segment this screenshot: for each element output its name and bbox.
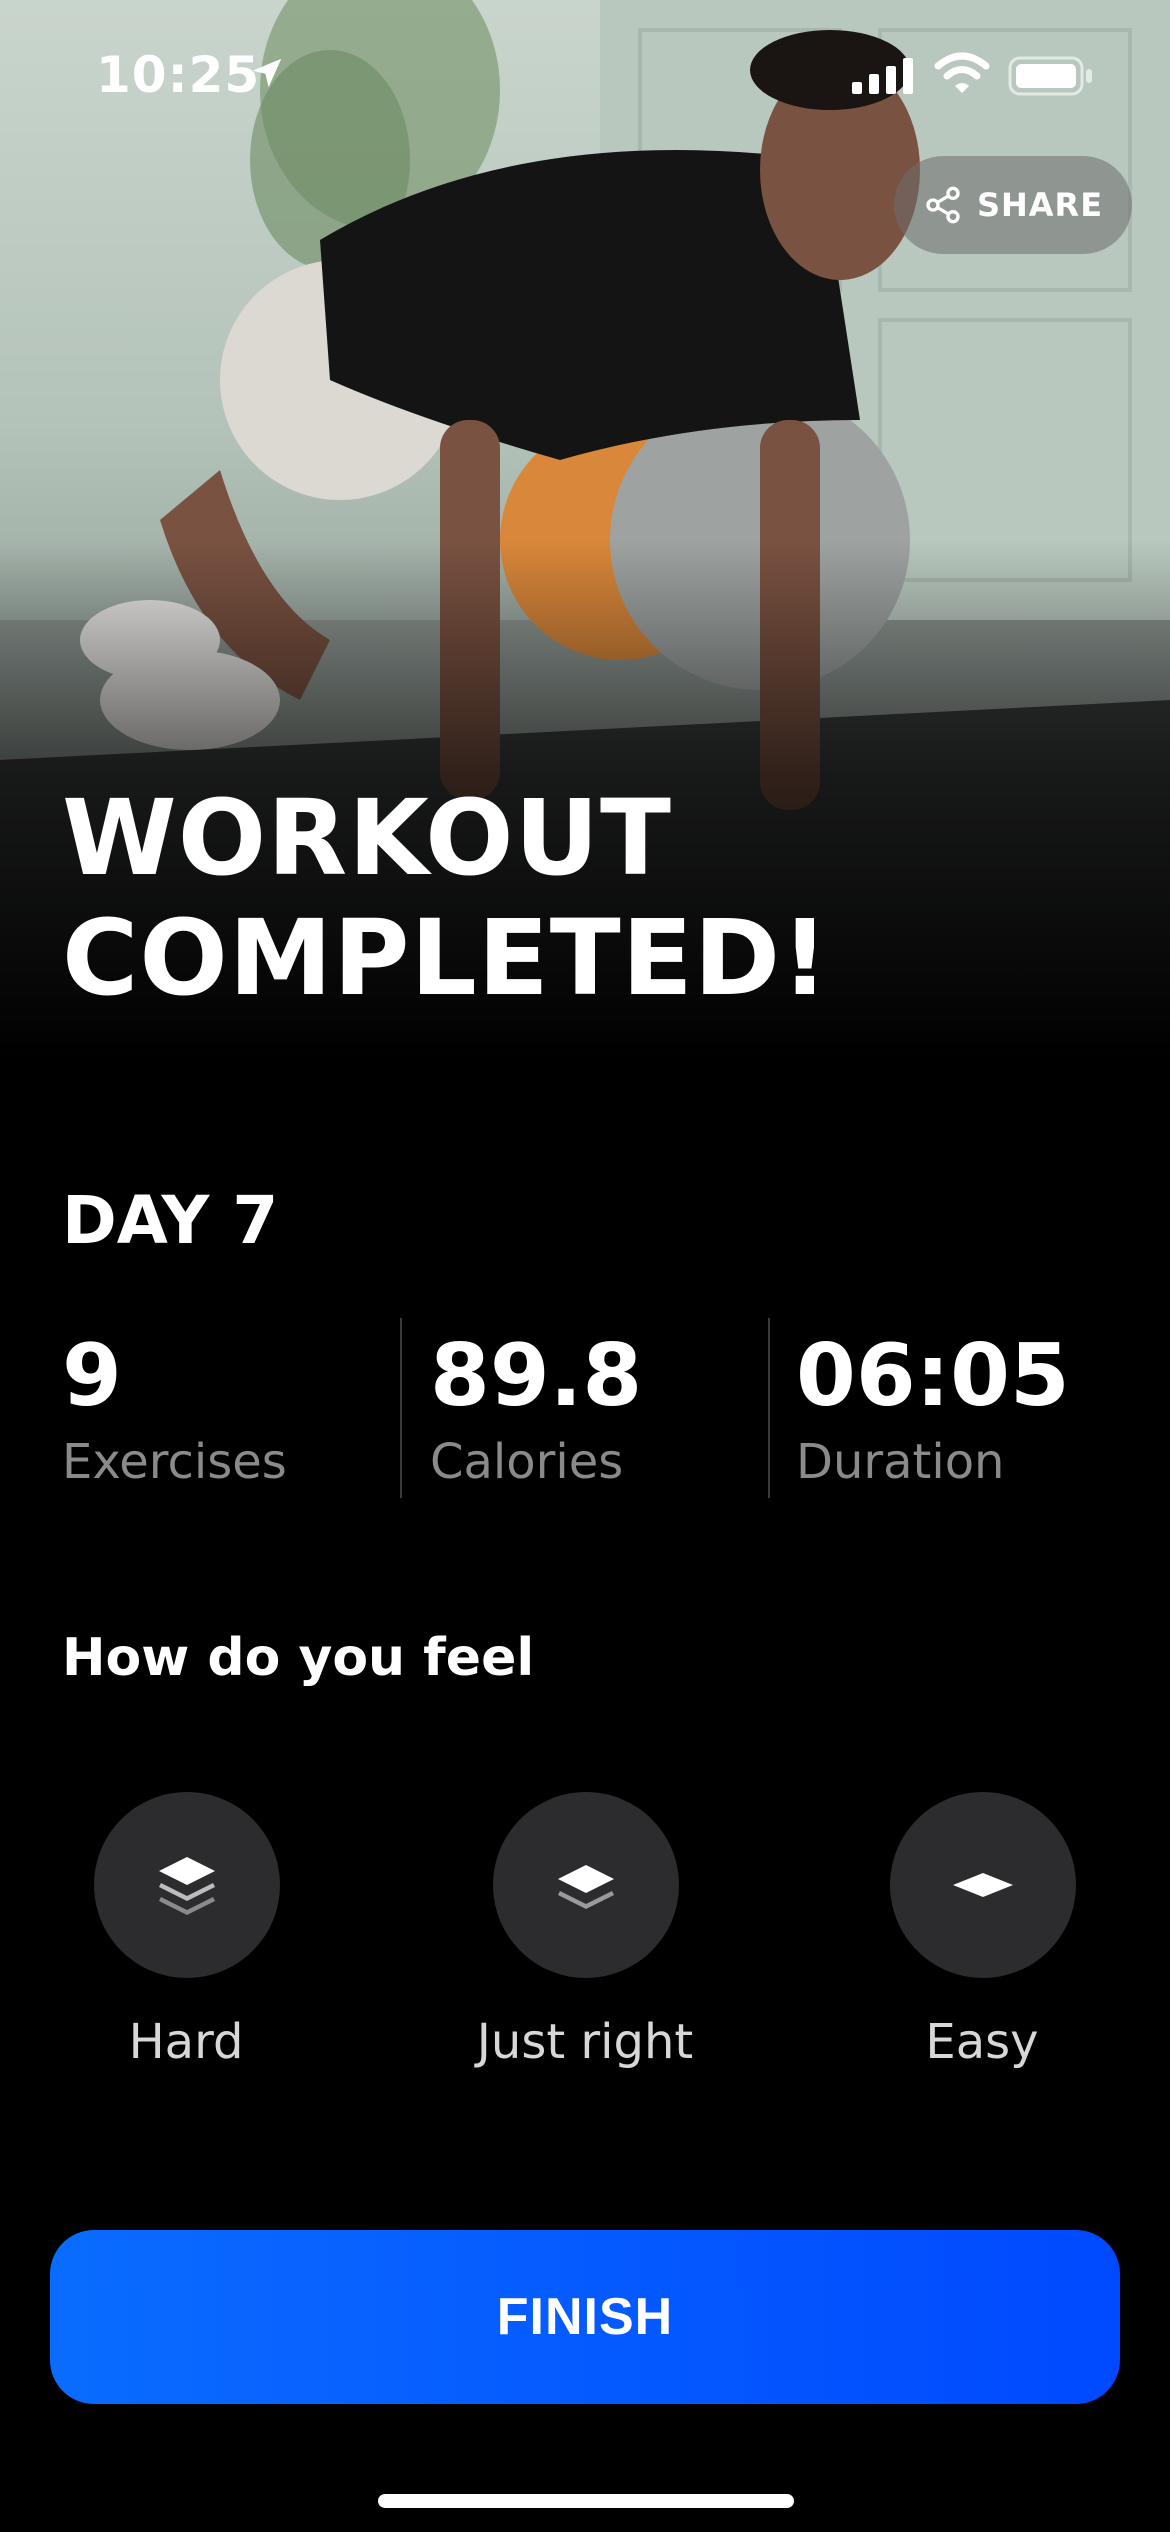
location-arrow-icon bbox=[252, 58, 282, 88]
wifi-icon bbox=[934, 52, 990, 93]
page-title: WORKOUT COMPLETED! bbox=[62, 778, 830, 1018]
stat-calories: 89.8 Calories bbox=[402, 1318, 642, 1498]
stat-duration: 06:05 Duration bbox=[768, 1318, 1070, 1498]
feel-heading: How do you feel bbox=[62, 1628, 535, 1688]
layers-three-icon bbox=[159, 1857, 215, 1915]
finish-button[interactable]: FINISH bbox=[50, 2230, 1120, 2404]
home-indicator[interactable] bbox=[378, 2494, 794, 2508]
status-time: 10:25 bbox=[96, 46, 261, 104]
stat-label: Exercises bbox=[62, 1434, 287, 1490]
stat-label: Duration bbox=[796, 1434, 1005, 1490]
day-label: DAY 7 bbox=[62, 1182, 279, 1259]
feel-option-label: Just right bbox=[476, 2014, 694, 2070]
feel-option-easy[interactable]: Easy bbox=[832, 1792, 1132, 2092]
cellular-signal-icon bbox=[852, 58, 913, 94]
workout-stats: 9 Exercises 89.8 Calories 06:05 Duration bbox=[62, 1318, 1122, 1498]
battery-icon bbox=[1008, 56, 1092, 96]
share-icon bbox=[926, 186, 960, 224]
feel-option-hard[interactable]: Hard bbox=[36, 1792, 336, 2092]
feel-option-circle[interactable] bbox=[493, 1792, 679, 1978]
feel-option-label: Hard bbox=[128, 2014, 244, 2070]
share-label: SHARE bbox=[976, 186, 1104, 224]
layers-two-icon bbox=[558, 1865, 614, 1909]
feel-option-circle[interactable] bbox=[890, 1792, 1076, 1978]
feel-option-just-right[interactable]: Just right bbox=[435, 1792, 735, 2092]
share-button[interactable]: SHARE bbox=[894, 156, 1132, 254]
finish-label: FINISH bbox=[496, 2288, 674, 2346]
layers-one-icon bbox=[953, 1873, 1013, 1897]
stat-value: 89.8 bbox=[430, 1326, 643, 1426]
stat-label: Calories bbox=[430, 1434, 624, 1490]
feel-option-label: Easy bbox=[925, 2014, 1039, 2070]
status-bar: 10:25 bbox=[0, 0, 1170, 150]
title-line-1: WORKOUT bbox=[62, 777, 672, 899]
title-line-2: COMPLETED! bbox=[62, 897, 830, 1019]
stat-value: 9 bbox=[62, 1326, 122, 1426]
feel-option-circle[interactable] bbox=[94, 1792, 280, 1978]
stat-value: 06:05 bbox=[796, 1326, 1070, 1426]
stat-exercises: 9 Exercises bbox=[62, 1318, 287, 1498]
